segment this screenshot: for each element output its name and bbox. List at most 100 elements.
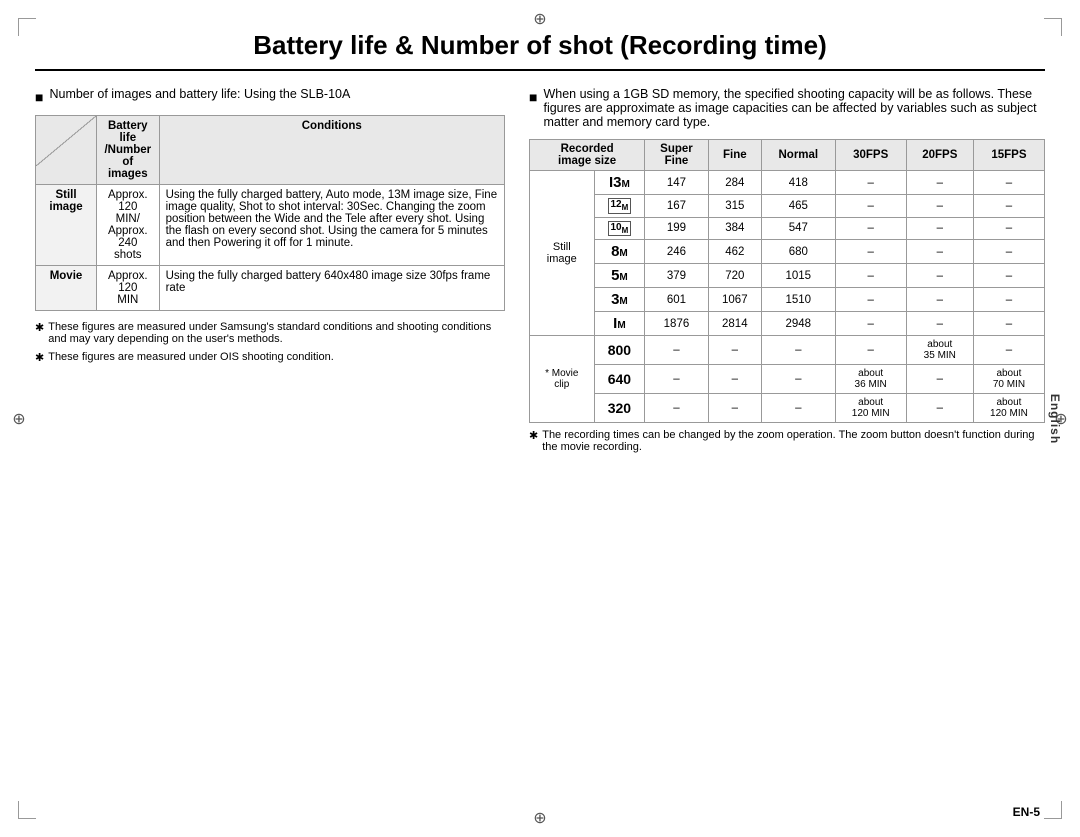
800-fps20: about35 MIN	[906, 336, 973, 365]
640-normal: –	[761, 365, 835, 394]
bullet-icon: ■	[35, 89, 43, 105]
640-fps15: about70 MIN	[973, 365, 1044, 394]
right-column: ■ When using a 1GB SD memory, the specif…	[529, 87, 1045, 453]
right-bullet-icon: ■	[529, 89, 537, 105]
640-fps20: –	[906, 365, 973, 394]
compass-bottom-icon: ⊕	[531, 809, 549, 827]
13m-normal: 418	[761, 171, 835, 195]
320-normal: –	[761, 394, 835, 423]
320-fps15: about120 MIN	[973, 394, 1044, 423]
1m-fps15: –	[973, 312, 1044, 336]
3m-fps30: –	[835, 288, 906, 312]
size-8m: 8M	[594, 240, 645, 264]
640-fine: –	[708, 365, 761, 394]
fine-header: Fine	[708, 140, 761, 171]
13m-fine: 284	[708, 171, 761, 195]
movie-row: Movie Approx. 120MIN Using the fully cha…	[36, 266, 505, 311]
size-640: 640	[594, 365, 645, 394]
page-number: EN-5	[1013, 805, 1040, 819]
800-normal: –	[761, 336, 835, 365]
movie-320-row: 320 – – – about120 MIN – about120 MIN	[530, 394, 1045, 423]
movie-conditions: Using the fully charged battery 640x480 …	[159, 266, 504, 311]
diagonal-header	[36, 116, 97, 185]
8m-fps30: –	[835, 240, 906, 264]
13m-superfine: 147	[645, 171, 708, 195]
conditions-header: Conditions	[159, 116, 504, 185]
size-800: 800	[594, 336, 645, 365]
left-column: ■ Number of images and battery life: Usi…	[35, 87, 505, 453]
3m-normal: 1510	[761, 288, 835, 312]
5m-fine: 720	[708, 264, 761, 288]
800-fps15: –	[973, 336, 1044, 365]
3m-fine: 1067	[708, 288, 761, 312]
still-8m-row: 8M 246 462 680 – – –	[530, 240, 1045, 264]
corner-mark-tr	[1044, 18, 1062, 36]
1m-fps20: –	[906, 312, 973, 336]
right-footnote: ✱ The recording times can be changed by …	[529, 429, 1045, 453]
sidebar-language-label: English	[1048, 393, 1062, 443]
fps20-header: 20FPS	[906, 140, 973, 171]
still-image-row: Still image Approx. 120MIN/Approx. 240sh…	[36, 185, 505, 266]
3m-superfine: 601	[645, 288, 708, 312]
10m-normal: 547	[761, 217, 835, 240]
fps15-header: 15FPS	[973, 140, 1044, 171]
right-bullet-text: When using a 1GB SD memory, the specifie…	[543, 87, 1045, 129]
compass-top-icon: ⊕	[531, 10, 549, 28]
size-12m: 12M	[594, 195, 645, 218]
5m-fps20: –	[906, 264, 973, 288]
8m-fps15: –	[973, 240, 1044, 264]
recording-table: Recordedimage size SuperFine Fine Normal…	[529, 139, 1045, 423]
movie-section-label: * Movieclip	[530, 336, 595, 423]
movie-640-row: 640 – – – about36 MIN – about70 MIN	[530, 365, 1045, 394]
page-content: Battery life & Number of shot (Recording…	[35, 30, 1045, 807]
normal-header: Normal	[761, 140, 835, 171]
page-title: Battery life & Number of shot (Recording…	[35, 30, 1045, 71]
corner-mark-br	[1044, 801, 1062, 819]
still-1m-row: IM 1876 2814 2948 – – –	[530, 312, 1045, 336]
super-fine-header: SuperFine	[645, 140, 708, 171]
right-bullet: ■ When using a 1GB SD memory, the specif…	[529, 87, 1045, 129]
10m-fps15: –	[973, 217, 1044, 240]
3m-fps15: –	[973, 288, 1044, 312]
640-fps30: about36 MIN	[835, 365, 906, 394]
still-section-label: Stillimage	[530, 171, 595, 336]
1m-fine: 2814	[708, 312, 761, 336]
movie-battery: Approx. 120MIN	[97, 266, 160, 311]
320-fps20: –	[906, 394, 973, 423]
12m-fps15: –	[973, 195, 1044, 218]
size-10m: 10M	[594, 217, 645, 240]
footnote-1-asterisk: ✱	[35, 321, 44, 345]
size-3m: 3M	[594, 288, 645, 312]
8m-superfine: 246	[645, 240, 708, 264]
still-5m-row: 5M 379 720 1015 – – –	[530, 264, 1045, 288]
12m-fps20: –	[906, 195, 973, 218]
10m-fps30: –	[835, 217, 906, 240]
320-fine: –	[708, 394, 761, 423]
battery-life-header: Battery life/Number ofimages	[97, 116, 160, 185]
footnote-1: ✱ These figures are measured under Samsu…	[35, 321, 505, 345]
movie-800-row: * Movieclip 800 – – – – about35 MIN –	[530, 336, 1045, 365]
5m-fps30: –	[835, 264, 906, 288]
still-10m-row: 10M 199 384 547 – – –	[530, 217, 1045, 240]
800-fps30: –	[835, 336, 906, 365]
12m-fps30: –	[835, 195, 906, 218]
3m-fps20: –	[906, 288, 973, 312]
left-bullet-text: Number of images and battery life: Using…	[49, 87, 350, 101]
13m-fps20: –	[906, 171, 973, 195]
corner-mark-bl	[18, 801, 36, 819]
8m-fine: 462	[708, 240, 761, 264]
corner-mark-tl	[18, 18, 36, 36]
12m-superfine: 167	[645, 195, 708, 218]
still-3m-row: 3M 601 1067 1510 – – –	[530, 288, 1045, 312]
1m-normal: 2948	[761, 312, 835, 336]
320-superfine: –	[645, 394, 708, 423]
size-5m: 5M	[594, 264, 645, 288]
footnote-2-text: These figures are measured under OIS sho…	[48, 351, 334, 364]
still-image-conditions: Using the fully charged battery, Auto mo…	[159, 185, 504, 266]
still-image-battery: Approx. 120MIN/Approx. 240shots	[97, 185, 160, 266]
10m-fine: 384	[708, 217, 761, 240]
10m-fps20: –	[906, 217, 973, 240]
5m-superfine: 379	[645, 264, 708, 288]
main-columns: ■ Number of images and battery life: Usi…	[35, 87, 1045, 453]
1m-superfine: 1876	[645, 312, 708, 336]
